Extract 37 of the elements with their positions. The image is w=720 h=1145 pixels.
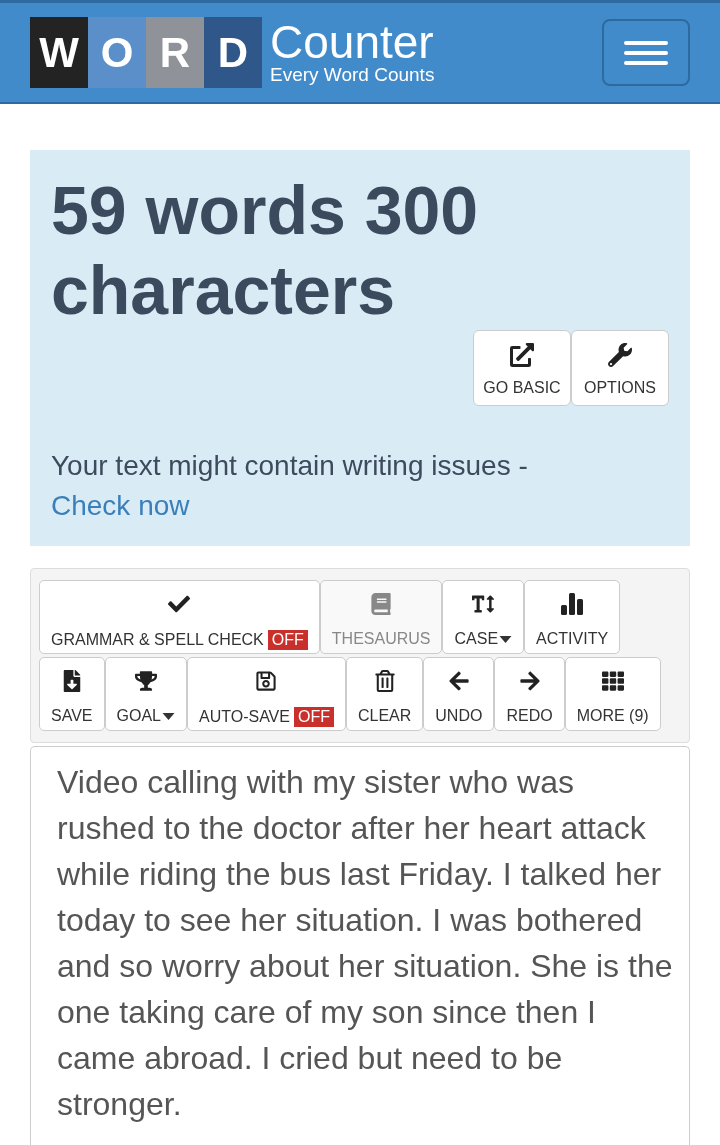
logo-letter-tile: R bbox=[146, 17, 204, 88]
arrow-left-icon bbox=[447, 670, 470, 692]
save-button[interactable]: SAVE bbox=[39, 657, 105, 731]
clear-button[interactable]: CLEAR bbox=[345, 657, 424, 731]
bar-chart-icon bbox=[561, 593, 584, 615]
text-editor[interactable]: Video calling with my sister who was rushed to the doctor after her heart attack while riding the bus last Friday. I talked her today to see her situation. I was bothered and so worry about her situation. She is the one taking care of my son since then I came abroad. I cried but need to be stronger. bbox=[30, 746, 690, 1145]
text-height-icon bbox=[472, 593, 495, 615]
wrench-icon bbox=[608, 343, 632, 367]
menu-icon bbox=[624, 40, 668, 65]
logo-letter-tile: O bbox=[88, 17, 146, 88]
grid-icon bbox=[601, 670, 624, 692]
case-button[interactable]: CASE bbox=[442, 580, 525, 654]
go-basic-button[interactable]: GO BASIC bbox=[473, 330, 571, 406]
book-icon bbox=[370, 593, 393, 615]
menu-button[interactable] bbox=[602, 19, 690, 86]
logo-letter-tile: W bbox=[30, 17, 88, 88]
activity-button[interactable]: ACTIVITY bbox=[524, 580, 621, 654]
check-now-link[interactable]: Check now bbox=[51, 490, 190, 521]
external-link-icon bbox=[510, 343, 534, 367]
goal-button[interactable]: GOAL bbox=[104, 657, 187, 731]
undo-button[interactable]: UNDO bbox=[423, 657, 495, 731]
arrow-right-icon bbox=[518, 670, 541, 692]
grammar-check-button[interactable]: GRAMMAR & SPELL CHECK OFF bbox=[39, 580, 320, 654]
trash-icon bbox=[373, 670, 396, 692]
redo-button[interactable]: REDO bbox=[494, 657, 565, 731]
more-button[interactable]: MORE (9) bbox=[564, 657, 661, 731]
status-badge: OFF bbox=[293, 707, 334, 727]
check-icon bbox=[168, 593, 191, 615]
writing-issues-notice: Your text might contain writing issues - Check now bbox=[51, 449, 529, 523]
logo-letter-tile: D bbox=[204, 17, 262, 88]
logo-tagline: Every Word Counts bbox=[270, 63, 435, 86]
options-button[interactable]: OPTIONS bbox=[571, 330, 669, 406]
word-count-heading: 59 words 300 characters bbox=[51, 171, 480, 330]
trophy-icon bbox=[134, 670, 157, 692]
logo-title: Counter bbox=[270, 19, 435, 64]
status-badge: OFF bbox=[267, 630, 308, 650]
auto-save-button[interactable]: AUTO-SAVE OFF bbox=[186, 657, 346, 731]
